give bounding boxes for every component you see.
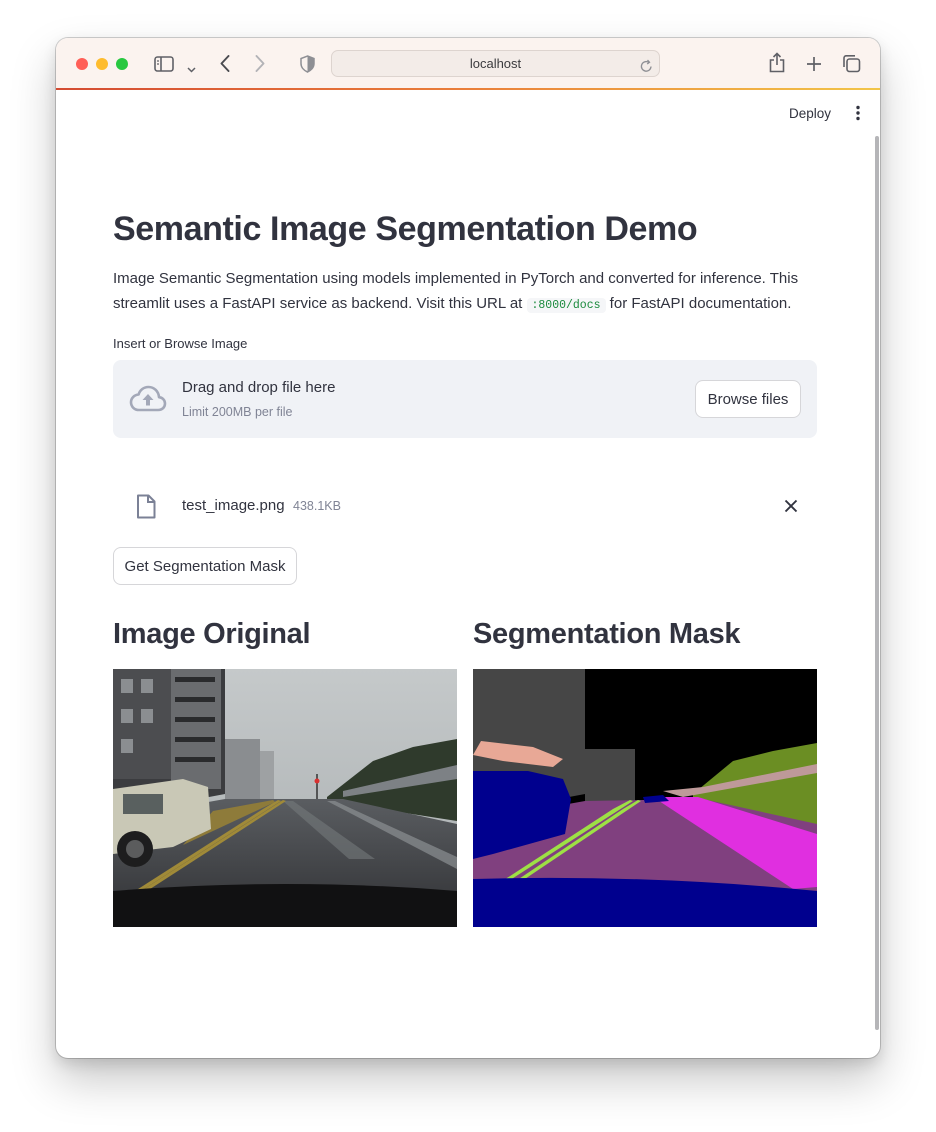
forward-arrow-icon[interactable] [255, 55, 265, 77]
chevron-down-icon[interactable] [187, 60, 196, 78]
segmentation-mask-heading: Segmentation Mask [473, 618, 741, 650]
streamlit-app: Deploy Semantic Image Segmentation Demo … [56, 92, 880, 1058]
address-bar[interactable]: localhost [331, 50, 660, 77]
zoom-window-button[interactable] [116, 58, 128, 70]
uploaded-file-row: test_image.png 438.1KB [113, 492, 817, 522]
browse-files-button[interactable]: Browse files [695, 380, 801, 418]
browser-toolbar: localhost [56, 38, 880, 90]
original-image [113, 669, 457, 927]
get-segmentation-mask-button[interactable]: Get Segmentation Mask [113, 547, 297, 585]
scrollbar[interactable] [875, 136, 879, 1030]
docs-url-code: :8000/docs [526, 298, 606, 313]
page-description: Image Semantic Segmentation using models… [113, 266, 823, 318]
segmentation-mask-image [473, 669, 817, 927]
dropzone-instruction: Drag and drop file here [182, 379, 336, 396]
main-menu-icon[interactable] [850, 105, 866, 121]
browser-window: localhost Deploy Semantic Image Segmenta… [56, 38, 880, 1058]
shield-privacy-icon[interactable] [300, 55, 315, 78]
close-icon[interactable] [783, 498, 799, 514]
reload-icon[interactable] [640, 56, 653, 81]
file-name: test_image.png [182, 497, 285, 514]
uploader-label: Insert or Browse Image [113, 336, 248, 351]
share-icon[interactable] [768, 52, 786, 78]
page-title: Semantic Image Segmentation Demo [113, 210, 698, 248]
new-tab-icon[interactable] [806, 56, 822, 77]
back-arrow-icon[interactable] [220, 55, 230, 77]
deploy-button[interactable]: Deploy [789, 106, 831, 121]
cloud-upload-icon [129, 384, 167, 419]
original-image-heading: Image Original [113, 618, 311, 650]
url-text: localhost [469, 56, 522, 71]
file-size: 438.1KB [293, 499, 341, 513]
sidebar-toggle-icon[interactable] [154, 56, 174, 77]
minimize-window-button[interactable] [96, 58, 108, 70]
description-text-end: for FastAPI documentation. [605, 295, 792, 312]
close-window-button[interactable] [76, 58, 88, 70]
tab-overview-icon[interactable] [842, 54, 861, 78]
dropzone-limit: Limit 200MB per file [182, 405, 293, 419]
file-dropzone[interactable]: Drag and drop file here Limit 200MB per … [113, 360, 817, 438]
file-icon [136, 494, 156, 524]
